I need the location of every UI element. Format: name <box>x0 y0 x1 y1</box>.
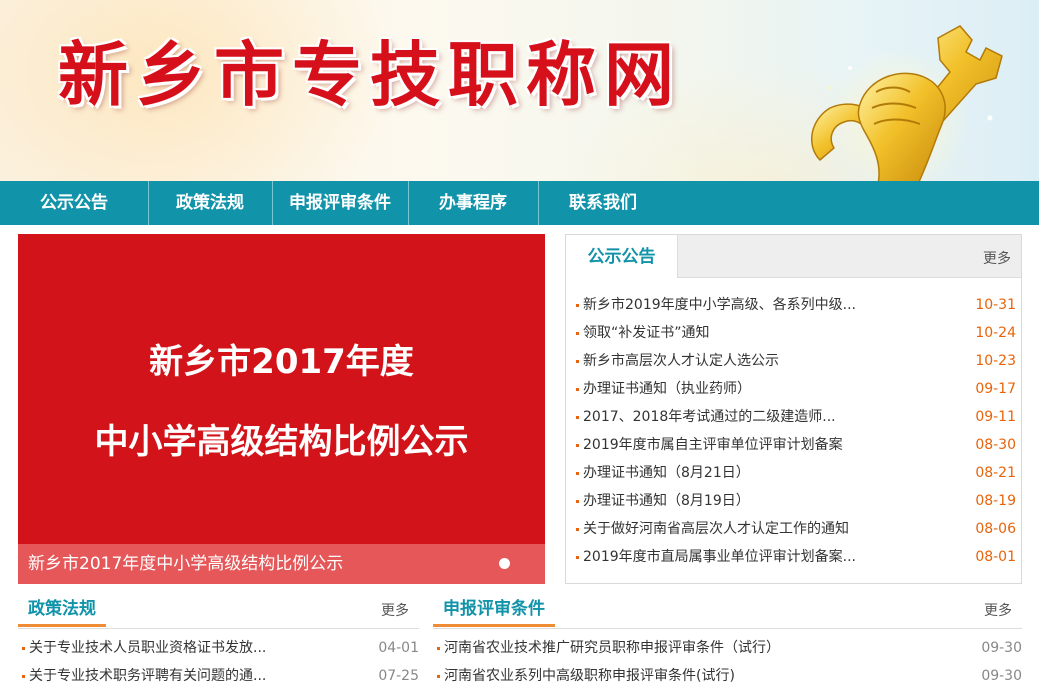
site-header: 新乡市专技职称网 <box>0 0 1039 181</box>
list-item-title[interactable]: 办理证书通知（执业药师） <box>583 375 863 403</box>
policy-section-title[interactable]: 政策法规 <box>18 594 106 627</box>
policy-section: 政策法规 更多 关于专业技术人员职业资格证书发放... 04-01 关于专业技术职… <box>18 594 419 698</box>
square-bullet-icon <box>576 556 579 559</box>
square-bullet-icon <box>576 388 579 391</box>
list-item[interactable]: 新乡市2019年度中小学高级、各系列中级... 10-31 <box>566 291 1021 319</box>
site-title: 新乡市专技职称网 <box>58 33 682 116</box>
list-item-date: 04-01 <box>378 640 419 656</box>
list-item-date: 08-01 <box>975 549 1016 565</box>
nav-item-procedures[interactable]: 办事程序 <box>408 181 538 225</box>
policy-list: 关于专业技术人员职业资格证书发放... 04-01 关于专业技术职务评聘有关问题的… <box>18 634 419 690</box>
main-nav: 公示公告 政策法规 申报评审条件 办事程序 联系我们 <box>0 181 1039 225</box>
criteria-section-header: 申报评审条件 更多 <box>433 594 1022 629</box>
list-item[interactable]: 办理证书通知（8月19日） 08-19 <box>566 487 1021 515</box>
square-bullet-icon <box>576 528 579 531</box>
square-bullet-icon <box>576 416 579 419</box>
list-item-title[interactable]: 关于做好河南省高层次人才认定工作的通知 <box>583 515 863 543</box>
slide-caption[interactable]: 新乡市2017年度中小学高级结构比例公示 <box>28 544 343 584</box>
list-item-title[interactable]: 办理证书通知（8月21日） <box>583 459 863 487</box>
slide-caption-bar: 新乡市2017年度中小学高级结构比例公示 <box>18 544 545 584</box>
policy-section-header: 政策法规 更多 <box>18 594 419 629</box>
square-bullet-icon <box>437 675 440 678</box>
square-bullet-icon <box>576 360 579 363</box>
list-item-date: 10-23 <box>975 353 1016 369</box>
news-slider[interactable]: 新乡市2017年度 中小学高级结构比例公示 新乡市2017年度中小学高级结构比例… <box>18 234 545 584</box>
list-item-date: 10-24 <box>975 325 1016 341</box>
criteria-more-link[interactable]: 更多 <box>984 600 1012 620</box>
square-bullet-icon <box>576 304 579 307</box>
list-item-title[interactable]: 2019年度市属自主评审单位评审计划备案 <box>583 431 863 459</box>
notice-header: 公示公告 更多 <box>566 235 1021 278</box>
square-bullet-icon <box>576 332 579 335</box>
nav-item-announcements[interactable]: 公示公告 <box>0 181 148 225</box>
list-item-title[interactable]: 关于专业技术人员职业资格证书发放... <box>29 634 279 662</box>
list-item-date: 08-30 <box>975 437 1016 453</box>
list-item-date: 08-21 <box>975 465 1016 481</box>
criteria-section-title[interactable]: 申报评审条件 <box>433 594 555 627</box>
notice-more-link[interactable]: 更多 <box>983 248 1011 268</box>
notice-list: 新乡市2019年度中小学高级、各系列中级... 10-31 领取“补发证书”通知 1… <box>566 291 1021 571</box>
list-item[interactable]: 2017、2018年考试通过的二级建造师... 09-11 <box>566 403 1021 431</box>
list-item[interactable]: 关于做好河南省高层次人才认定工作的通知 08-06 <box>566 515 1021 543</box>
list-item-title[interactable]: 河南省农业系列中高级职称申报评审条件(试行) <box>444 662 844 690</box>
list-item-title[interactable]: 办理证书通知（8月19日） <box>583 487 863 515</box>
slide-headline-line2: 中小学高级结构比例公示 <box>94 422 469 462</box>
list-item-date: 09-30 <box>981 668 1022 684</box>
list-item[interactable]: 关于专业技术职务评聘有关问题的通... 07-25 <box>18 662 419 690</box>
list-item[interactable]: 新乡市高层次人才认定人选公示 10-23 <box>566 347 1021 375</box>
square-bullet-icon <box>437 647 440 650</box>
list-item-title[interactable]: 新乡市高层次人才认定人选公示 <box>583 347 863 375</box>
list-item[interactable]: 河南省农业系列中高级职称申报评审条件(试行) 09-30 <box>433 662 1022 690</box>
list-item-date: 08-19 <box>975 493 1016 509</box>
list-item[interactable]: 办理证书通知（8月21日） 08-21 <box>566 459 1021 487</box>
list-item-title[interactable]: 河南省农业技术推广研究员职称申报评审条件（试行） <box>444 634 844 662</box>
nav-item-contact[interactable]: 联系我们 <box>538 181 668 225</box>
nav-item-policies[interactable]: 政策法规 <box>148 181 272 225</box>
list-item-date: 09-17 <box>975 381 1016 397</box>
list-item-date: 10-31 <box>975 297 1016 313</box>
list-item[interactable]: 关于专业技术人员职业资格证书发放... 04-01 <box>18 634 419 662</box>
criteria-list: 河南省农业技术推广研究员职称申报评审条件（试行） 09-30 河南省农业系列中高级… <box>433 634 1022 690</box>
golden-wrench-fist-icon <box>811 25 1003 181</box>
list-item[interactable]: 2019年度市属自主评审单位评审计划备案 08-30 <box>566 431 1021 459</box>
list-item-title[interactable]: 领取“补发证书”通知 <box>583 319 863 347</box>
notice-tab[interactable]: 公示公告 <box>566 235 678 278</box>
dot-icon[interactable] <box>499 558 510 569</box>
list-item-date: 09-11 <box>975 409 1016 425</box>
criteria-section: 申报评审条件 更多 河南省农业技术推广研究员职称申报评审条件（试行） 09-30 … <box>433 594 1022 698</box>
notice-panel: 公示公告 更多 新乡市2019年度中小学高级、各系列中级... 10-31 领取“… <box>565 234 1022 584</box>
nav-item-criteria[interactable]: 申报评审条件 <box>272 181 408 225</box>
list-item[interactable]: 办理证书通知（执业药师） 09-17 <box>566 375 1021 403</box>
square-bullet-icon <box>22 647 25 650</box>
list-item-title[interactable]: 关于专业技术职务评聘有关问题的通... <box>29 662 279 690</box>
square-bullet-icon <box>576 444 579 447</box>
list-item[interactable]: 2019年度市直局属事业单位评审计划备案... 08-01 <box>566 543 1021 571</box>
list-item-title[interactable]: 新乡市2019年度中小学高级、各系列中级... <box>583 291 863 319</box>
square-bullet-icon <box>576 472 579 475</box>
square-bullet-icon <box>22 675 25 678</box>
list-item-title[interactable]: 2019年度市直局属事业单位评审计划备案... <box>583 543 863 571</box>
square-bullet-icon <box>576 500 579 503</box>
list-item-title[interactable]: 2017、2018年考试通过的二级建造师... <box>583 403 863 431</box>
list-item-date: 09-30 <box>981 640 1022 656</box>
slide-headline-line1: 新乡市2017年度 <box>149 342 414 382</box>
list-item[interactable]: 领取“补发证书”通知 10-24 <box>566 319 1021 347</box>
policy-more-link[interactable]: 更多 <box>381 600 409 620</box>
list-item-date: 07-25 <box>378 668 419 684</box>
list-item-date: 08-06 <box>975 521 1016 537</box>
list-item[interactable]: 河南省农业技术推广研究员职称申报评审条件（试行） 09-30 <box>433 634 1022 662</box>
